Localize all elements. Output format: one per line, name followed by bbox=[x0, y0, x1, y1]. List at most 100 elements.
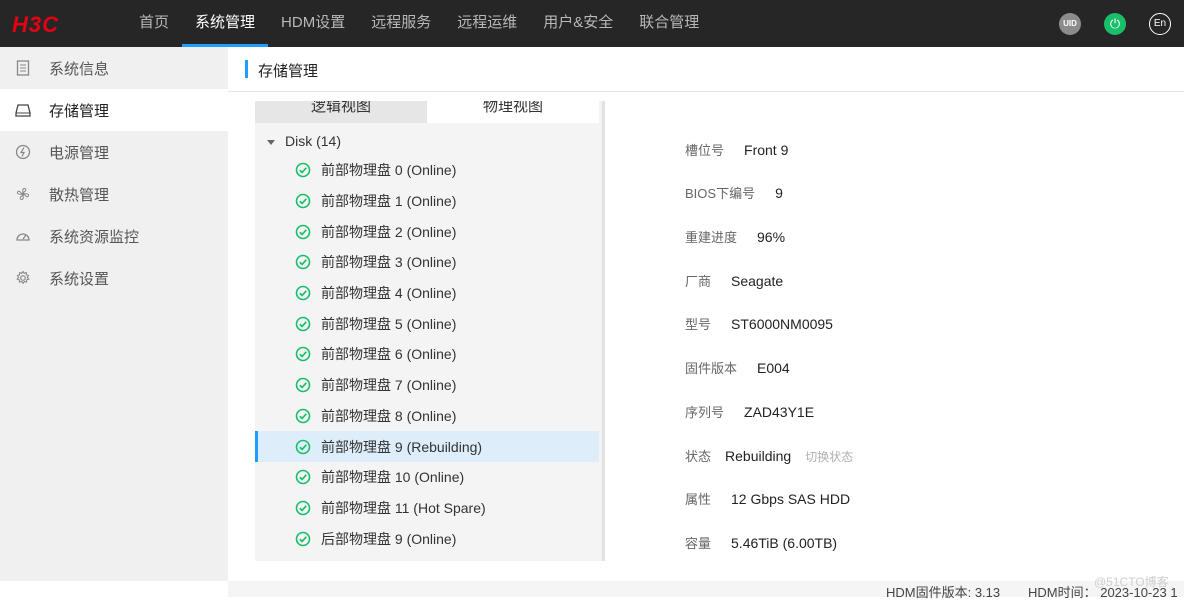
sidebar-item-label: 系统资源监控 bbox=[49, 228, 140, 246]
prop-value: 96% bbox=[757, 229, 786, 245]
prop-capacity: 容量 5.46TiB (6.00TB) bbox=[685, 533, 837, 553]
disk-tree-item-label: 前部物理盘 2 (Online) bbox=[321, 223, 457, 240]
prop-label: 容量 bbox=[685, 536, 712, 551]
gear-icon bbox=[15, 270, 31, 286]
storage-icon bbox=[15, 102, 31, 118]
disk-tree-item[interactable]: 前部物理盘 2 (Online) bbox=[255, 216, 599, 247]
switch-status-link[interactable]: 切换状态 bbox=[805, 450, 853, 464]
prop-label: 属性 bbox=[685, 492, 712, 507]
sidebar-item-label: 存储管理 bbox=[49, 102, 110, 120]
disk-tree-item-label: 前部物理盘 10 (Online) bbox=[321, 469, 465, 486]
disk-tree-item[interactable]: 前部物理盘 11 (Hot Spare) bbox=[255, 493, 599, 524]
online-check-icon bbox=[295, 439, 311, 454]
prop-label: 槽位号 bbox=[685, 143, 725, 158]
disk-tree-item[interactable]: 前部物理盘 10 (Online) bbox=[255, 462, 599, 493]
nav-item-hdm-settings[interactable]: HDM设置 bbox=[268, 0, 358, 47]
watermark: @51CTO博客 bbox=[1094, 575, 1169, 589]
online-check-icon bbox=[295, 469, 311, 485]
disk-tree-item-label: 后部物理盘 9 (Online) bbox=[321, 530, 457, 547]
online-check-icon bbox=[295, 163, 311, 178]
disk-tree-item[interactable]: 前部物理盘 3 (Online) bbox=[255, 247, 599, 278]
disk-tree-item-label: 前部物理盘 0 (Online) bbox=[321, 162, 457, 179]
prop-value: Seagate bbox=[731, 273, 784, 289]
disk-tree-item-label: 前部物理盘 8 (Online) bbox=[321, 407, 457, 424]
prop-status: 状态 Rebuilding 切换状态 bbox=[685, 446, 853, 466]
nav-item-federation[interactable]: 联合管理 bbox=[626, 0, 712, 47]
online-check-icon bbox=[295, 224, 311, 240]
disk-tree-item[interactable]: 前部物理盘 4 (Online) bbox=[255, 278, 599, 309]
prop-label: 序列号 bbox=[685, 405, 725, 420]
h3c-logo[interactable]: H3C bbox=[12, 12, 59, 38]
disk-tree-item[interactable]: 后部物理盘 9 (Online) bbox=[255, 523, 599, 554]
disk-tree-item[interactable]: 前部物理盘 7 (Online) bbox=[255, 370, 599, 401]
online-check-icon bbox=[295, 377, 311, 393]
online-check-icon bbox=[295, 408, 311, 424]
firmware-version: HDM固件版本: 3.13 bbox=[886, 585, 1001, 600]
tab-physical-view[interactable]: 物理视图 bbox=[427, 101, 599, 123]
sidebar-item-power[interactable]: 电源管理 bbox=[0, 131, 228, 173]
online-check-icon bbox=[295, 500, 311, 516]
nav-item-remote-ops[interactable]: 远程运维 bbox=[444, 0, 530, 47]
sidebar-item-system-settings[interactable]: 系统设置 bbox=[0, 257, 228, 299]
nav-item-system-management[interactable]: 系统管理 bbox=[182, 0, 269, 47]
tree-root-label: Disk (14) bbox=[285, 133, 342, 149]
prop-label: 厂商 bbox=[685, 274, 712, 289]
prop-vendor: 厂商 Seagate bbox=[685, 271, 783, 291]
disk-tree-panel: 逻辑视图 物理视图 Disk (14) 前部物理盘 0 (Online) 前部物理… bbox=[255, 101, 605, 561]
prop-label: 固件版本 bbox=[685, 361, 738, 376]
disk-list: 前部物理盘 0 (Online) 前部物理盘 1 (Online) 前部物理盘 2 … bbox=[255, 155, 599, 554]
page-header: 存储管理 bbox=[228, 47, 1184, 92]
sidebar: 系统信息 存储管理 电源管理 散热管理 系统资源监控 系统设置 bbox=[0, 47, 228, 581]
prop-label: 状态 bbox=[685, 449, 712, 464]
gauge-icon bbox=[15, 228, 31, 244]
uid-icon[interactable]: UID bbox=[1059, 13, 1081, 35]
document-icon bbox=[15, 60, 31, 76]
prop-value: ZAD43Y1E bbox=[744, 404, 815, 420]
power-icon[interactable]: ⏻ bbox=[1104, 13, 1126, 35]
disk-tree-item-label: 前部物理盘 9 (Rebuilding) bbox=[321, 438, 483, 455]
caret-down-icon[interactable] bbox=[267, 139, 275, 145]
nav-item-home[interactable]: 首页 bbox=[126, 0, 182, 47]
prop-attribute: 属性 12 Gbps SAS HDD bbox=[685, 489, 850, 509]
prop-value: 9 bbox=[775, 185, 783, 201]
prop-label: 重建进度 bbox=[685, 230, 738, 245]
sidebar-item-label: 电源管理 bbox=[49, 144, 110, 162]
view-tabs: 逻辑视图 物理视图 bbox=[255, 101, 599, 123]
prop-value: Rebuilding bbox=[725, 448, 792, 464]
prop-value: ST6000NM0095 bbox=[731, 316, 833, 332]
prop-value: E004 bbox=[757, 360, 790, 376]
disk-tree-item[interactable]: 前部物理盘 9 (Rebuilding) bbox=[255, 431, 599, 462]
prop-value: 5.46TiB (6.00TB) bbox=[731, 535, 838, 551]
power-source-icon bbox=[15, 144, 31, 160]
prop-value: Front 9 bbox=[744, 142, 789, 158]
prop-firmware: 固件版本 E004 bbox=[685, 358, 790, 378]
disk-tree-item[interactable]: 前部物理盘 5 (Online) bbox=[255, 308, 599, 339]
disk-tree-item[interactable]: 前部物理盘 8 (Online) bbox=[255, 401, 599, 432]
prop-rebuild-progress: 重建进度 96% bbox=[685, 227, 785, 247]
language-icon[interactable]: En bbox=[1149, 13, 1171, 35]
disk-tree-item-label: 前部物理盘 3 (Online) bbox=[321, 254, 457, 271]
sidebar-item-label: 散热管理 bbox=[49, 186, 110, 204]
nav-item-remote-services[interactable]: 远程服务 bbox=[358, 0, 444, 47]
disk-tree-item-label: 前部物理盘 5 (Online) bbox=[321, 315, 457, 332]
sidebar-item-cooling[interactable]: 散热管理 bbox=[0, 173, 228, 215]
prop-model: 型号 ST6000NM0095 bbox=[685, 314, 833, 334]
prop-bios-number: BIOS下编号 9 bbox=[685, 183, 783, 203]
nav-item-user-security[interactable]: 用户&安全 bbox=[530, 0, 626, 47]
disk-tree-item-label: 前部物理盘 7 (Online) bbox=[321, 377, 457, 394]
fan-icon bbox=[15, 186, 31, 202]
online-check-icon bbox=[295, 193, 311, 209]
disk-tree-item-label: 前部物理盘 4 (Online) bbox=[321, 285, 457, 302]
disk-tree-item[interactable]: 前部物理盘 0 (Online) bbox=[255, 155, 599, 186]
prop-label: 型号 bbox=[685, 317, 712, 332]
sidebar-item-resource-monitor[interactable]: 系统资源监控 bbox=[0, 215, 228, 257]
tree-root-disk[interactable]: Disk (14) bbox=[267, 131, 341, 151]
prop-label: BIOS下编号 bbox=[685, 186, 756, 201]
disk-tree-item[interactable]: 前部物理盘 1 (Online) bbox=[255, 186, 599, 217]
sidebar-item-storage[interactable]: 存储管理 bbox=[0, 89, 228, 131]
title-accent-bar bbox=[245, 60, 248, 78]
disk-tree-item[interactable]: 前部物理盘 6 (Online) bbox=[255, 339, 599, 370]
tab-logical-view[interactable]: 逻辑视图 bbox=[255, 101, 427, 123]
prop-value: 12 Gbps SAS HDD bbox=[731, 491, 851, 507]
sidebar-item-system-info[interactable]: 系统信息 bbox=[0, 47, 228, 89]
